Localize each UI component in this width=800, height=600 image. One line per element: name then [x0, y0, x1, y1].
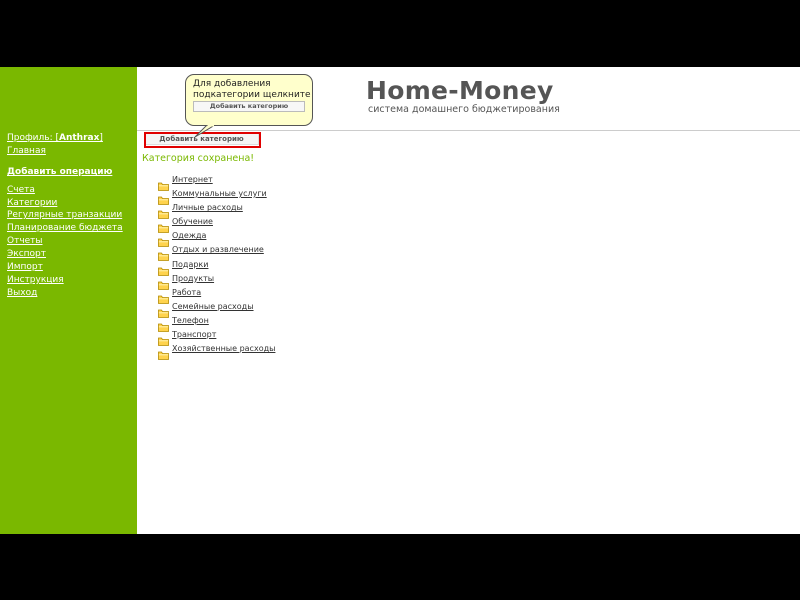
tooltip-button-preview: Добавить категорию [193, 101, 305, 112]
sidebar-item-export[interactable]: Экспорт [7, 249, 46, 259]
tooltip-tail [194, 125, 216, 138]
sidebar-item-add-operation[interactable]: Добавить операцию [7, 167, 112, 177]
tooltip-line-2: подкатегории щелкните [193, 90, 311, 100]
category-link[interactable]: Телефон [172, 316, 209, 326]
category-link[interactable]: Интернет [172, 175, 213, 185]
category-link[interactable]: Одежда [172, 231, 206, 241]
folder-icon [158, 345, 169, 364]
category-link[interactable]: Отдых и развлечение [172, 245, 264, 255]
logo-title: Home-Money [366, 76, 554, 105]
sidebar-item-instructions[interactable]: Инструкция [7, 275, 64, 285]
sidebar-item-home[interactable]: Главная [7, 146, 46, 156]
sidebar-item-regular-transactions[interactable]: Регулярные транзакции [7, 210, 122, 220]
profile-username: Anthrax [59, 133, 100, 143]
category-link[interactable]: Семейные расходы [172, 302, 254, 312]
sidebar-item-accounts[interactable]: Счета [7, 185, 35, 195]
sidebar-item-categories[interactable]: Категории [7, 198, 57, 208]
status-message: Категория сохранена! [142, 153, 255, 164]
category-link[interactable]: Личные расходы [172, 203, 243, 213]
sidebar-item-reports[interactable]: Отчеты [7, 236, 43, 246]
category-link[interactable]: Работа [172, 288, 201, 298]
main-content: Home-Money система домашнего бюджетирова… [137, 67, 800, 534]
sidebar-item-import[interactable]: Импорт [7, 262, 43, 272]
tooltip-text: Для добавления подкатегории щелкните [193, 79, 311, 101]
category-link[interactable]: Продукты [172, 274, 214, 284]
profile-prefix: Профиль: [ [7, 133, 59, 143]
sidebar: Профиль: [Anthrax] Главная Добавить опер… [0, 67, 137, 534]
category-link[interactable]: Хозяйственные расходы [172, 344, 275, 354]
app-window: Профиль: [Anthrax] Главная Добавить опер… [0, 67, 800, 534]
sidebar-profile-link[interactable]: Профиль: [Anthrax] [7, 133, 103, 143]
category-link[interactable]: Коммунальные услуги [172, 189, 267, 199]
tooltip-line-1: Для добавления [193, 79, 271, 89]
category-link[interactable]: Подарки [172, 260, 208, 270]
sidebar-item-logout[interactable]: Выход [7, 288, 37, 298]
category-link[interactable]: Транспорт [172, 330, 216, 340]
logo-subtitle: система домашнего бюджетирования [368, 104, 560, 115]
profile-suffix: ] [99, 133, 103, 143]
tooltip: Для добавления подкатегории щелкните Доб… [185, 74, 313, 126]
sidebar-item-budget-planning[interactable]: Планирование бюджета [7, 223, 123, 233]
category-link[interactable]: Обучение [172, 217, 213, 227]
